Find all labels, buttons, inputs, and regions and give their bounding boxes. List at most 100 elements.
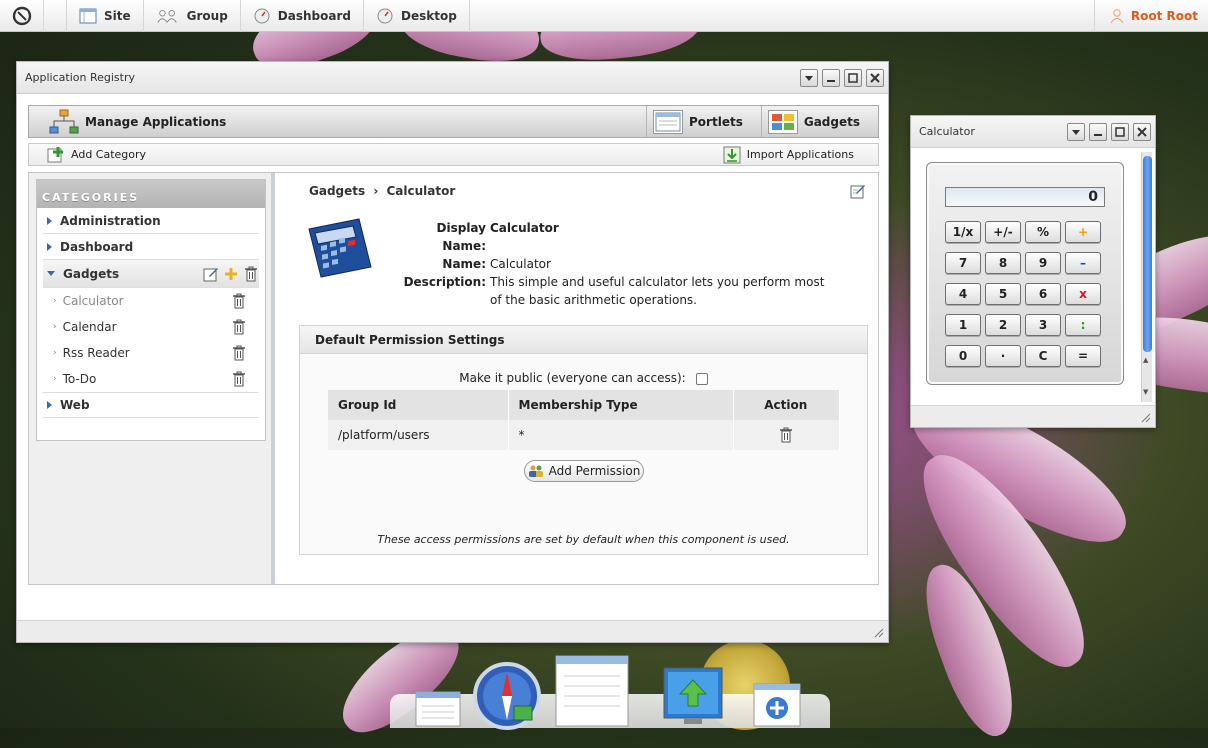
nav-group[interactable]: Group — [144, 0, 241, 32]
key-2[interactable]: 2 — [985, 314, 1021, 336]
category-administration[interactable]: Administration — [43, 208, 259, 234]
gadgets-icon — [767, 109, 798, 134]
window-titlebar[interactable]: Calculator — [911, 116, 1155, 148]
gadget-item-rss-reader[interactable]: › Rss Reader — [43, 340, 259, 366]
group-icon — [157, 9, 177, 23]
dock-add-window-icon[interactable] — [752, 680, 802, 728]
public-access-checkbox[interactable] — [695, 372, 708, 385]
gadget-info: Display Name: Calculator Name: Calculator … — [389, 219, 830, 309]
window-maximize-button[interactable] — [844, 68, 862, 87]
dock-upload-icon[interactable] — [662, 666, 724, 728]
key-5[interactable]: 5 — [985, 283, 1021, 305]
key-percent[interactable]: % — [1025, 221, 1061, 243]
edit-gadget-icon[interactable] — [850, 183, 866, 199]
user-menu[interactable]: Root Root — [1093, 0, 1208, 32]
window-close-button[interactable] — [1133, 122, 1151, 141]
scroll-down-icon[interactable]: ▼ — [1143, 388, 1148, 396]
window-menu-button[interactable] — [800, 68, 818, 87]
application-registry-window: Application Registry Manage Applications… — [16, 61, 889, 643]
key-reciprocal[interactable]: 1/x — [945, 221, 981, 243]
window-menu-button[interactable] — [1067, 122, 1085, 141]
nav-desktop[interactable]: Desktop — [364, 0, 470, 32]
key-multiply[interactable]: x — [1065, 283, 1101, 305]
category-label: Administration — [60, 213, 161, 228]
key-9[interactable]: 9 — [1025, 252, 1061, 274]
category-label: Web — [60, 398, 90, 412]
window-close-button[interactable] — [866, 68, 884, 87]
permission-note: These access permissions are set by defa… — [377, 533, 790, 546]
exo-logo-icon[interactable] — [0, 0, 44, 32]
minimize-icon — [827, 79, 835, 82]
resize-grip-icon[interactable] — [1139, 411, 1151, 423]
key-1[interactable]: 1 — [945, 314, 981, 336]
nav-dashboard[interactable]: Dashboard — [241, 0, 364, 32]
delete-category-icon[interactable] — [243, 266, 259, 282]
category-dashboard[interactable]: Dashboard — [43, 234, 259, 260]
key-plus[interactable]: + — [1065, 221, 1101, 243]
chevron-down-icon — [1072, 129, 1080, 135]
manage-applications[interactable]: Manage Applications — [29, 109, 646, 135]
scroll-up-icon[interactable]: ▲ — [1143, 356, 1148, 364]
category-label: Gadgets — [63, 266, 120, 281]
import-applications-button[interactable]: Import Applications — [723, 146, 854, 164]
delete-icon[interactable] — [231, 319, 247, 335]
tab-portlets[interactable]: Portlets — [646, 106, 761, 137]
edit-category-icon[interactable] — [203, 266, 219, 282]
key-0[interactable]: 0 — [945, 345, 981, 367]
tab-portlets-label: Portlets — [689, 114, 743, 129]
window-maximize-button[interactable] — [1111, 122, 1129, 141]
delete-icon[interactable] — [231, 345, 247, 361]
gadget-item-calculator[interactable]: › Calculator — [43, 288, 259, 314]
calculator-keypad: 1/x +/- % + 7 8 9 – 4 5 6 x 1 2 3 : 0 · … — [945, 221, 1109, 367]
key-3[interactable]: 3 — [1025, 314, 1061, 336]
add-gadget-icon[interactable] — [223, 266, 239, 282]
calculator-display: 0 — [945, 187, 1105, 207]
add-permission-button[interactable]: Add Permission — [524, 460, 644, 482]
column-action: Action — [733, 390, 840, 420]
public-access-row: Make it public (everyone can access): — [300, 371, 867, 385]
scrollbar-thumb[interactable] — [1143, 156, 1152, 352]
breadcrumb-parent[interactable]: Gadgets — [309, 184, 365, 198]
key-sign[interactable]: +/- — [985, 221, 1021, 243]
portlets-icon — [653, 109, 684, 134]
close-icon — [870, 72, 880, 83]
bullet-icon: › — [53, 296, 57, 306]
delete-icon[interactable] — [231, 293, 247, 309]
key-7[interactable]: 7 — [945, 252, 981, 274]
key-divide[interactable]: : — [1065, 314, 1101, 336]
window-minimize-button[interactable] — [822, 68, 840, 87]
main-nav: Site Group Dashboard Desktop — [66, 0, 470, 32]
delete-permission-icon[interactable] — [778, 427, 794, 443]
tab-gadgets[interactable]: Gadgets — [760, 106, 878, 137]
dock-navigation-compass-icon[interactable] — [472, 658, 542, 734]
key-minus[interactable]: – — [1065, 252, 1101, 274]
gadget-item-to-do[interactable]: › To-Do — [43, 366, 259, 392]
registry-actionbar: Add Category Import Applications — [28, 143, 879, 166]
dock-application-registry-icon[interactable] — [414, 688, 462, 728]
expand-arrow-icon — [47, 242, 52, 251]
sitemap-icon — [49, 109, 79, 133]
gadget-item-calendar[interactable]: › Calendar — [43, 314, 259, 340]
import-applications-label: Import Applications — [746, 148, 854, 161]
add-category-button[interactable]: Add Category — [47, 146, 146, 164]
key-clear[interactable]: C — [1025, 345, 1061, 367]
window-titlebar[interactable]: Application Registry — [17, 62, 888, 94]
resize-grip-icon[interactable] — [872, 626, 884, 638]
delete-icon[interactable] — [231, 371, 247, 387]
calculator-scrollbar[interactable]: ▲ ▼ — [1141, 152, 1152, 402]
tab-gadgets-label: Gadgets — [803, 114, 860, 129]
key-4[interactable]: 4 — [945, 283, 981, 305]
gadget-item-label: To-Do — [62, 372, 97, 386]
category-web[interactable]: Web — [43, 392, 259, 418]
collapse-arrow-icon — [47, 271, 55, 276]
window-minimize-button[interactable] — [1089, 122, 1107, 141]
category-gadgets[interactable]: Gadgets — [43, 260, 259, 288]
key-equals[interactable]: = — [1065, 345, 1101, 367]
category-tools — [203, 266, 259, 282]
key-decimal[interactable]: · — [985, 345, 1021, 367]
nav-site[interactable]: Site — [66, 0, 144, 32]
key-6[interactable]: 6 — [1025, 283, 1061, 305]
user-icon — [1110, 9, 1124, 24]
dock-window-icon[interactable] — [554, 654, 630, 728]
key-8[interactable]: 8 — [985, 252, 1021, 274]
